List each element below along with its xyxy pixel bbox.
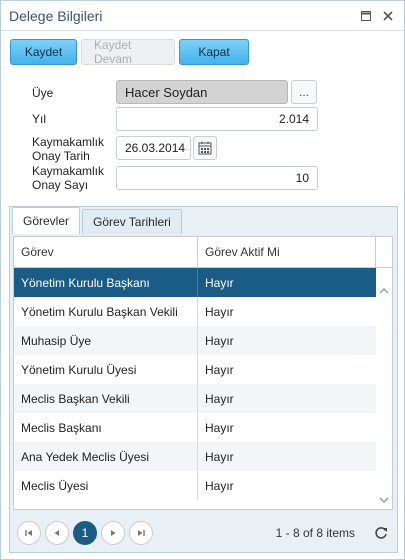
pager-info: 1 - 8 of 8 items — [275, 526, 355, 540]
approval-date-label-line1: Kaymakamlık — [32, 135, 105, 149]
table-row[interactable]: Yönetim Kurulu Başkanı Hayır — [14, 268, 392, 297]
page-number-button[interactable]: 1 — [73, 521, 97, 545]
member-label: Üye — [32, 86, 54, 100]
table-row[interactable]: Yönetim Kurulu Başkan Vekili Hayır — [14, 297, 392, 326]
save-continue-button[interactable]: Kaydet Devam — [81, 38, 175, 66]
first-page-button[interactable] — [17, 521, 41, 545]
pager: 1 1 - 8 of 8 items — [13, 517, 393, 549]
grid-body: Yönetim Kurulu Başkanı Hayır Yönetim Kur… — [14, 268, 392, 500]
cell-aktif: Hayır — [205, 362, 234, 377]
prev-page-button[interactable] — [45, 521, 69, 545]
member-field[interactable]: Hacer Soydan — [116, 80, 288, 104]
cell-gorev: Meclis Üyesi — [14, 471, 198, 500]
header-spacer — [376, 237, 392, 267]
tabstrip: Görevler Görev Tarihleri — [10, 207, 397, 234]
table-row[interactable]: Muhasip Üye Hayır — [14, 326, 392, 355]
tab-gorevler[interactable]: Görevler — [12, 207, 81, 234]
dialog-window: Delege Bilgileri Kaydet Kaydet Devam Kap… — [0, 0, 405, 560]
approval-no-field[interactable]: 10 — [116, 166, 318, 190]
table-row[interactable]: Meclis Üyesi Hayır — [14, 471, 392, 500]
cell-aktif: Hayır — [205, 304, 234, 319]
scroll-up-icon[interactable] — [379, 286, 389, 296]
next-page-button[interactable] — [101, 521, 125, 545]
cell-gorev: Yönetim Kurulu Başkanı — [14, 268, 198, 297]
cell-gorev: Yönetim Kurulu Üyesi — [14, 355, 198, 384]
tab-gorev-tarihleri[interactable]: Görev Tarihleri — [82, 209, 182, 234]
approval-date-field[interactable]: 26.03.2014 — [116, 136, 191, 160]
table-row[interactable]: Ana Yedek Meclis Üyesi Hayır — [14, 442, 392, 471]
refresh-icon[interactable] — [373, 525, 389, 541]
cell-aktif: Hayır — [205, 449, 234, 464]
calendar-icon[interactable] — [193, 136, 217, 160]
cell-gorev: Yönetim Kurulu Başkan Vekili — [14, 297, 198, 326]
cell-gorev: Meclis Başkan Vekili — [14, 384, 198, 413]
cell-gorev: Muhasip Üye — [14, 326, 198, 355]
cell-gorev: Ana Yedek Meclis Üyesi — [14, 442, 198, 471]
close-button[interactable]: Kapat — [179, 39, 249, 65]
cell-aktif: Hayır — [205, 391, 234, 406]
next-page-icon — [111, 530, 116, 536]
last-page-button[interactable] — [129, 521, 153, 545]
tab-panel: Görevler Görev Tarihleri Görev Görev Akt… — [9, 206, 398, 553]
window-title: Delege Bilgileri — [9, 7, 103, 24]
table-row[interactable]: Meclis Başkanı Hayır — [14, 413, 392, 442]
first-page-icon — [25, 530, 32, 536]
duties-grid: Görev Görev Aktif Mi Yönetim Kurulu Başk… — [13, 236, 393, 510]
cell-aktif: Hayır — [205, 478, 234, 493]
cell-aktif: Hayır — [205, 333, 234, 348]
column-header-gorev[interactable]: Görev — [14, 237, 198, 267]
cell-aktif: Hayır — [205, 420, 234, 435]
column-header-gorev-aktif-mi[interactable]: Görev Aktif Mi — [198, 237, 376, 267]
save-button[interactable]: Kaydet — [10, 39, 77, 65]
title-bar[interactable]: Delege Bilgileri — [1, 1, 404, 31]
last-page-icon — [138, 530, 145, 536]
grid-header: Görev Görev Aktif Mi — [14, 237, 392, 268]
vertical-scrollbar[interactable] — [376, 268, 392, 509]
approval-date-label-line2: Onay Tarih — [32, 149, 90, 163]
cell-gorev: Meclis Başkanı — [14, 413, 198, 442]
cell-aktif: Hayır — [205, 275, 234, 290]
prev-page-icon — [54, 530, 59, 536]
close-icon[interactable] — [380, 8, 396, 24]
table-row[interactable]: Meclis Başkan Vekili Hayır — [14, 384, 392, 413]
member-lookup-button[interactable]: ... — [291, 80, 317, 104]
maximize-icon[interactable] — [358, 8, 374, 24]
scroll-down-icon[interactable] — [379, 495, 389, 505]
table-row[interactable]: Yönetim Kurulu Üyesi Hayır — [14, 355, 392, 384]
approval-no-label-line1: Kaymakamlık — [32, 164, 105, 178]
year-field[interactable]: 2.014 — [116, 107, 318, 131]
year-label: Yıl — [32, 112, 47, 126]
toolbar: Kaydet Kaydet Devam Kapat — [10, 38, 249, 66]
approval-no-label-line2: Onay Sayı — [32, 178, 89, 192]
